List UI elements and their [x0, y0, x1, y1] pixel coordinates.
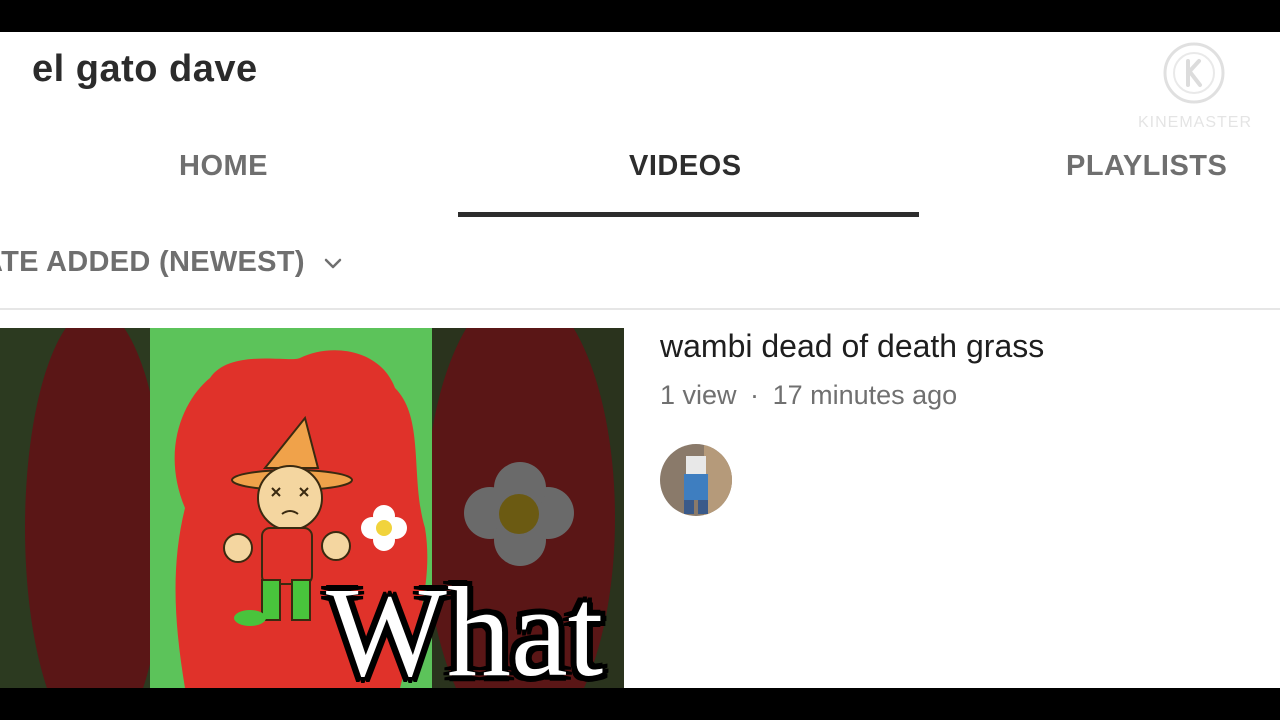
- tab-home[interactable]: HOME: [179, 150, 268, 183]
- avatar-image: [660, 444, 732, 516]
- divider: [0, 308, 1280, 310]
- kinemaster-watermark: KINEMASTER: [1130, 38, 1260, 138]
- upload-age: 17 minutes ago: [772, 380, 958, 410]
- kinemaster-logo-icon: [1163, 42, 1225, 104]
- tab-playlists[interactable]: PLAYLISTS: [1066, 150, 1227, 183]
- chevron-down-icon: [324, 259, 342, 269]
- meme-caption: What: [326, 561, 604, 703]
- view-count: 1 view: [660, 380, 737, 410]
- sort-dropdown[interactable]: ATE ADDED (NEWEST): [0, 246, 343, 279]
- channel-name: el gato dave: [32, 48, 258, 90]
- sort-label: ATE ADDED (NEWEST): [0, 246, 305, 278]
- watermark-text: KINEMASTER: [1137, 114, 1252, 131]
- avatar[interactable]: [660, 444, 732, 516]
- letterbox-top: [0, 0, 1280, 32]
- tab-videos[interactable]: VIDEOS: [629, 150, 742, 183]
- meta-separator: ·: [750, 380, 760, 410]
- video-title[interactable]: wambi dead of death grass: [660, 328, 1044, 365]
- video-meta: 1 view · 17 minutes ago: [660, 380, 957, 411]
- active-tab-indicator: [458, 212, 919, 217]
- letterbox-bottom: [0, 688, 1280, 720]
